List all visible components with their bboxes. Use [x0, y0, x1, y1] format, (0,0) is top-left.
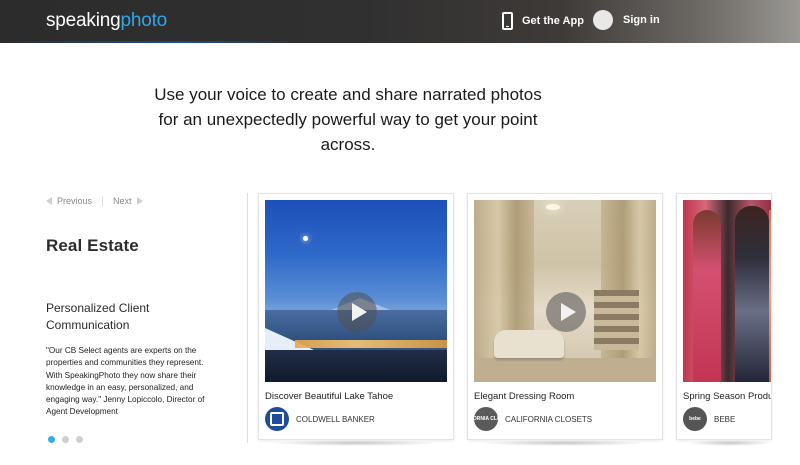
ceiling-light-graphic: [546, 204, 560, 210]
town-lights-graphic: [295, 340, 447, 348]
previous-label: Previous: [57, 196, 93, 206]
card-photo: [265, 200, 447, 382]
chaise-graphic: [494, 330, 564, 358]
card-brand: CALIFORNIA CLOSETS CALIFORNIA CLOSETS: [474, 407, 592, 431]
pagination-dot-1[interactable]: [48, 436, 55, 443]
card-shadow: [688, 440, 772, 446]
next-arrow-icon: [136, 197, 143, 205]
logo-text-speaking: speaking: [46, 10, 121, 31]
pagination-dot-2[interactable]: [62, 436, 69, 443]
card-title: Spring Season Produ: [683, 391, 772, 402]
pagination-dot-3[interactable]: [76, 436, 83, 443]
get-the-app-link[interactable]: Get the App: [502, 11, 584, 31]
moon-graphic: [303, 236, 308, 241]
photo-card-dressing-room[interactable]: Elegant Dressing Room CALIFORNIA CLOSETS…: [467, 193, 663, 440]
play-icon: [560, 303, 576, 321]
category-title: Real Estate: [46, 236, 139, 255]
play-button[interactable]: [337, 292, 377, 332]
logo-text-photo: photo: [120, 10, 168, 31]
carousel-pager: Previous Next: [46, 196, 143, 206]
pagination-dots: [48, 436, 83, 443]
card-photo: [683, 200, 771, 382]
card-shadow: [479, 440, 649, 446]
panel-divider: [247, 193, 248, 443]
top-header: speakingphoto Get the App Sign in: [0, 0, 800, 43]
model-graphic-3: [769, 210, 771, 382]
play-icon: [351, 303, 367, 321]
brand-name: BEBE: [714, 414, 736, 424]
coldwell-banker-logo: [265, 407, 289, 431]
card-shadow: [270, 440, 440, 446]
pager-divider: [102, 196, 104, 206]
california-closets-logo: CALIFORNIA CLOSETS: [474, 407, 498, 431]
model-graphic-1: [693, 210, 721, 382]
site-logo[interactable]: speakingphoto: [46, 10, 167, 32]
photo-card-lake-tahoe[interactable]: Discover Beautiful Lake Tahoe COLDWELL B…: [258, 193, 454, 440]
next-button[interactable]: Next: [113, 196, 143, 206]
play-button[interactable]: [546, 292, 586, 332]
card-brand: COLDWELL BANKER: [265, 407, 375, 431]
sign-in-label: Sign in: [623, 14, 660, 26]
card-title: Discover Beautiful Lake Tahoe: [265, 391, 394, 402]
photo-card-spring-season[interactable]: Spring Season Produ bebe BEBE: [676, 193, 772, 440]
card-photo: [474, 200, 656, 382]
previous-arrow-icon: [46, 197, 52, 205]
shelves-graphic: [594, 290, 639, 350]
get-the-app-label: Get the App: [522, 15, 584, 27]
floor-graphic: [474, 358, 656, 382]
card-title: Elegant Dressing Room: [474, 391, 575, 402]
category-subheading: Personalized Client Communication: [46, 301, 150, 332]
testimonial-quote: "Our CB Select agents are experts on the…: [46, 346, 205, 417]
bebe-logo: bebe: [683, 407, 707, 431]
phone-icon: [502, 12, 513, 30]
header-accent-bar: [0, 41, 300, 43]
brand-name: CALIFORNIA CLOSETS: [505, 414, 593, 424]
next-label: Next: [113, 196, 132, 206]
hero-tagline: Use your voice to create and share narra…: [154, 85, 542, 154]
avatar-icon: [593, 10, 613, 30]
brand-name: COLDWELL BANKER: [296, 414, 375, 424]
previous-button[interactable]: Previous: [46, 196, 92, 206]
model-graphic-2: [735, 206, 769, 382]
trees-graphic: [265, 350, 447, 382]
sign-in-link[interactable]: Sign in: [593, 10, 660, 30]
card-brand: bebe BEBE: [683, 407, 735, 431]
